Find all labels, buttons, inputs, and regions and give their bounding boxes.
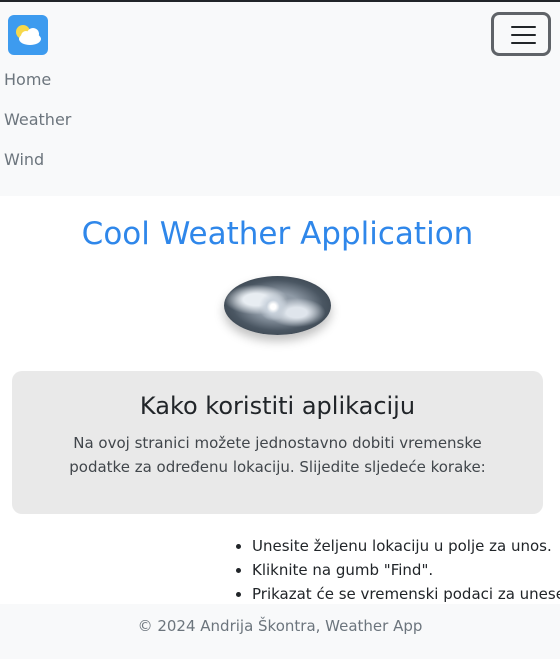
- list-item: Prikazat će se vremenski podaci za unese…: [252, 582, 560, 606]
- page-title: Cool Weather Application: [81, 216, 474, 252]
- nav-link-weather[interactable]: Weather: [4, 110, 71, 130]
- brand-logo[interactable]: [8, 15, 48, 55]
- card-text: Na ovoj stranici možete jednostavno dobi…: [69, 434, 486, 476]
- weather-cloud-sun-icon: [8, 15, 48, 55]
- steps-list: Unesite željenu lokaciju u polje za unos…: [234, 534, 560, 606]
- card-title: Kako koristiti aplikaciju: [139, 392, 416, 420]
- list-item: Kliknite na gumb "Find".: [252, 558, 560, 582]
- navbar: Home Weather Wind: [0, 2, 560, 196]
- footer-text: © 2024 Andrija Škontra, Weather App: [137, 617, 423, 635]
- instructions-card: Kako koristiti aplikaciju Na ovoj strani…: [12, 371, 543, 514]
- nav-link-home[interactable]: Home: [4, 70, 51, 90]
- storm-satellite-image: [224, 276, 331, 335]
- navbar-toggler-button[interactable]: [491, 12, 551, 56]
- footer: © 2024 Andrija Škontra, Weather App: [0, 604, 560, 659]
- nav-link-wind[interactable]: Wind: [4, 150, 44, 170]
- list-item: Unesite željenu lokaciju u polje za unos…: [252, 534, 560, 558]
